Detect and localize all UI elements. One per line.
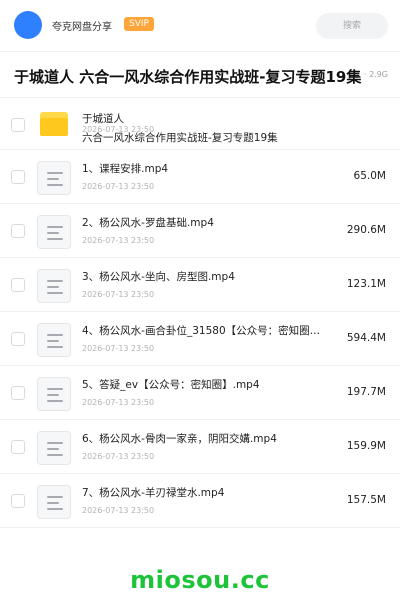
file-icon [37,215,71,249]
file-size: 159.9M [346,440,386,452]
select-checkbox[interactable] [11,170,25,184]
svip-badge: SVIP [124,17,154,31]
select-checkbox[interactable] [11,224,25,238]
select-checkbox[interactable] [11,494,25,508]
file-date: 2026-07-13 23:50 [82,452,155,461]
file-icon [37,269,71,303]
folder-icon [40,112,68,136]
file-name: 4、杨公风水-画合卦位_31580【公众号：密知圈… [82,325,321,337]
list-item[interactable]: 7、杨公风水-羊刃禄堂水.mp4 2026-07-13 23:50 157.5M [0,474,400,528]
file-date: 2026-07-13 23:50 [82,506,155,515]
file-date: 2026-07-13 23:50 [82,290,155,299]
list-item[interactable]: 4、杨公风水-画合卦位_31580【公众号：密知圈… 2026-07-13 23… [0,312,400,366]
file-name: 6、杨公风水-骨肉一家亲，阴阳交媾.mp4 [82,433,277,445]
select-checkbox[interactable] [11,118,25,132]
page-title: 于城道人 六合一风水综合作用实战班-复习专题19集 [14,68,362,86]
file-date: 2026-07-13 23:50 [82,182,155,191]
watermark: miosou.cc [130,566,270,594]
file-name: 1、课程安排.mp4 [82,163,169,175]
select-checkbox[interactable] [11,278,25,292]
list-item[interactable]: 2、杨公风水-罗盘基础.mp4 2026-07-13 23:50 290.6M [0,204,400,258]
file-date: 2026-07-13 23:50 [82,344,155,353]
select-checkbox[interactable] [11,332,25,346]
folder-name-secondary: 六合一风水综合作用实战班-复习专题19集 [82,132,278,144]
search-input[interactable]: 搜索 [316,13,388,39]
file-icon [37,161,71,195]
folder-name: 于城道人 [82,113,124,125]
list-item[interactable]: 6、杨公风水-骨肉一家亲，阴阳交媾.mp4 2026-07-13 23:50 1… [0,420,400,474]
file-date: 2026-07-13 23:50 [82,236,155,245]
file-name: 3、杨公风水-坐向、房型图.mp4 [82,271,235,283]
file-size: 197.7M [346,386,386,398]
total-size: · 2.9G [363,70,388,79]
select-checkbox[interactable] [11,440,25,454]
avatar[interactable] [14,11,42,39]
user-name: 夸克网盘分享 [52,22,112,33]
file-name: 2、杨公风水-罗盘基础.mp4 [82,217,214,229]
list-item-folder[interactable]: 于城道人 2026-07-13 23:50 六合一风水综合作用实战班-复习专题1… [0,98,400,150]
file-size: 290.6M [346,224,386,236]
file-icon [37,377,71,411]
select-checkbox[interactable] [11,386,25,400]
file-size: 123.1M [346,278,386,290]
file-icon [37,431,71,465]
file-date: 2026-07-13 23:50 [82,398,155,407]
file-name: 7、杨公风水-羊刃禄堂水.mp4 [82,487,225,499]
page-title-bar: 于城道人 六合一风水综合作用实战班-复习专题19集 · 2.9G [0,52,400,98]
file-size: 594.4M [346,332,386,344]
file-size: 65.0M [353,170,386,182]
list-item[interactable]: 3、杨公风水-坐向、房型图.mp4 2026-07-13 23:50 123.1… [0,258,400,312]
file-icon [37,323,71,357]
file-icon [37,485,71,519]
file-size: 157.5M [346,494,386,506]
app-header: 夸克网盘分享 SVIP 搜索 [0,0,400,52]
list-item[interactable]: 1、课程安排.mp4 2026-07-13 23:50 65.0M [0,150,400,204]
file-name: 5、答疑_ev【公众号：密知圈】.mp4 [82,379,260,391]
list-item[interactable]: 5、答疑_ev【公众号：密知圈】.mp4 2026-07-13 23:50 19… [0,366,400,420]
